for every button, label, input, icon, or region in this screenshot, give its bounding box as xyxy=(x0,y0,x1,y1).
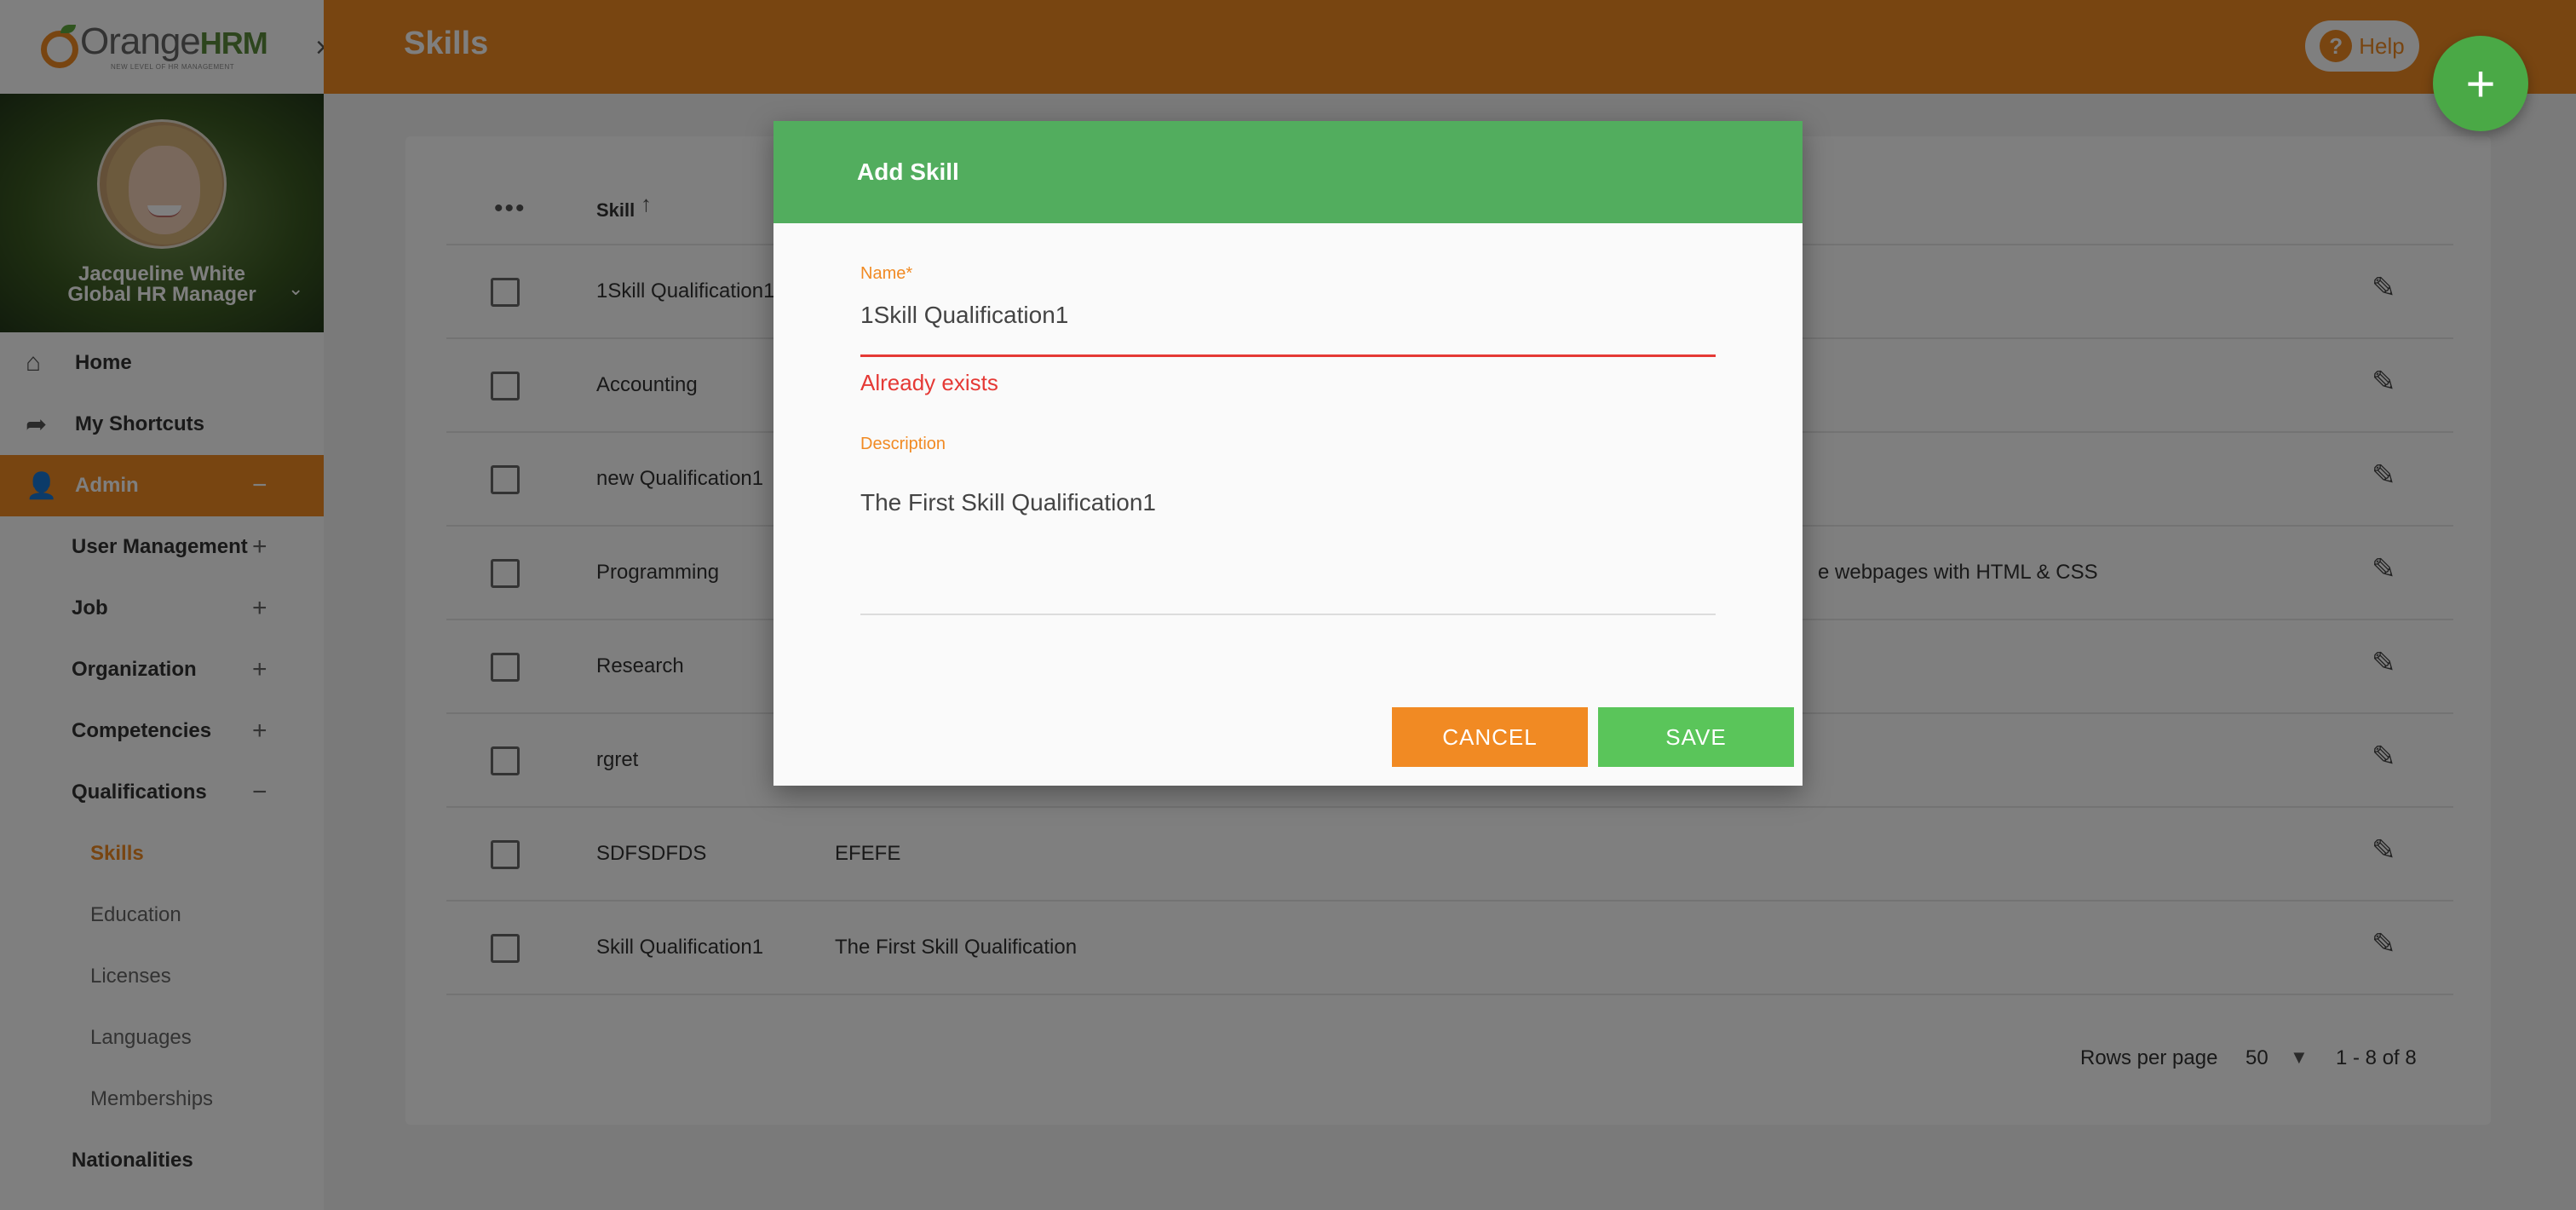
name-input[interactable]: 1Skill Qualification1 xyxy=(860,302,1068,329)
description-label: Description xyxy=(860,435,946,453)
name-label: Name xyxy=(860,264,906,283)
add-skill-dialog: Add Skill Name* 1Skill Qualification1 Al… xyxy=(773,121,1803,786)
dialog-title: Add Skill xyxy=(773,121,1803,223)
plus-icon: + xyxy=(2465,55,2496,112)
required-asterisk: * xyxy=(906,264,913,283)
name-input-underline xyxy=(860,354,1716,357)
add-skill-button[interactable]: + xyxy=(2433,36,2528,131)
name-error-message: Already exists xyxy=(860,370,998,395)
description-textarea[interactable]: The First Skill Qualification1 xyxy=(860,489,1156,516)
cancel-button[interactable]: CANCEL xyxy=(1392,707,1588,767)
description-underline xyxy=(860,614,1716,615)
save-button[interactable]: SAVE xyxy=(1598,707,1794,767)
